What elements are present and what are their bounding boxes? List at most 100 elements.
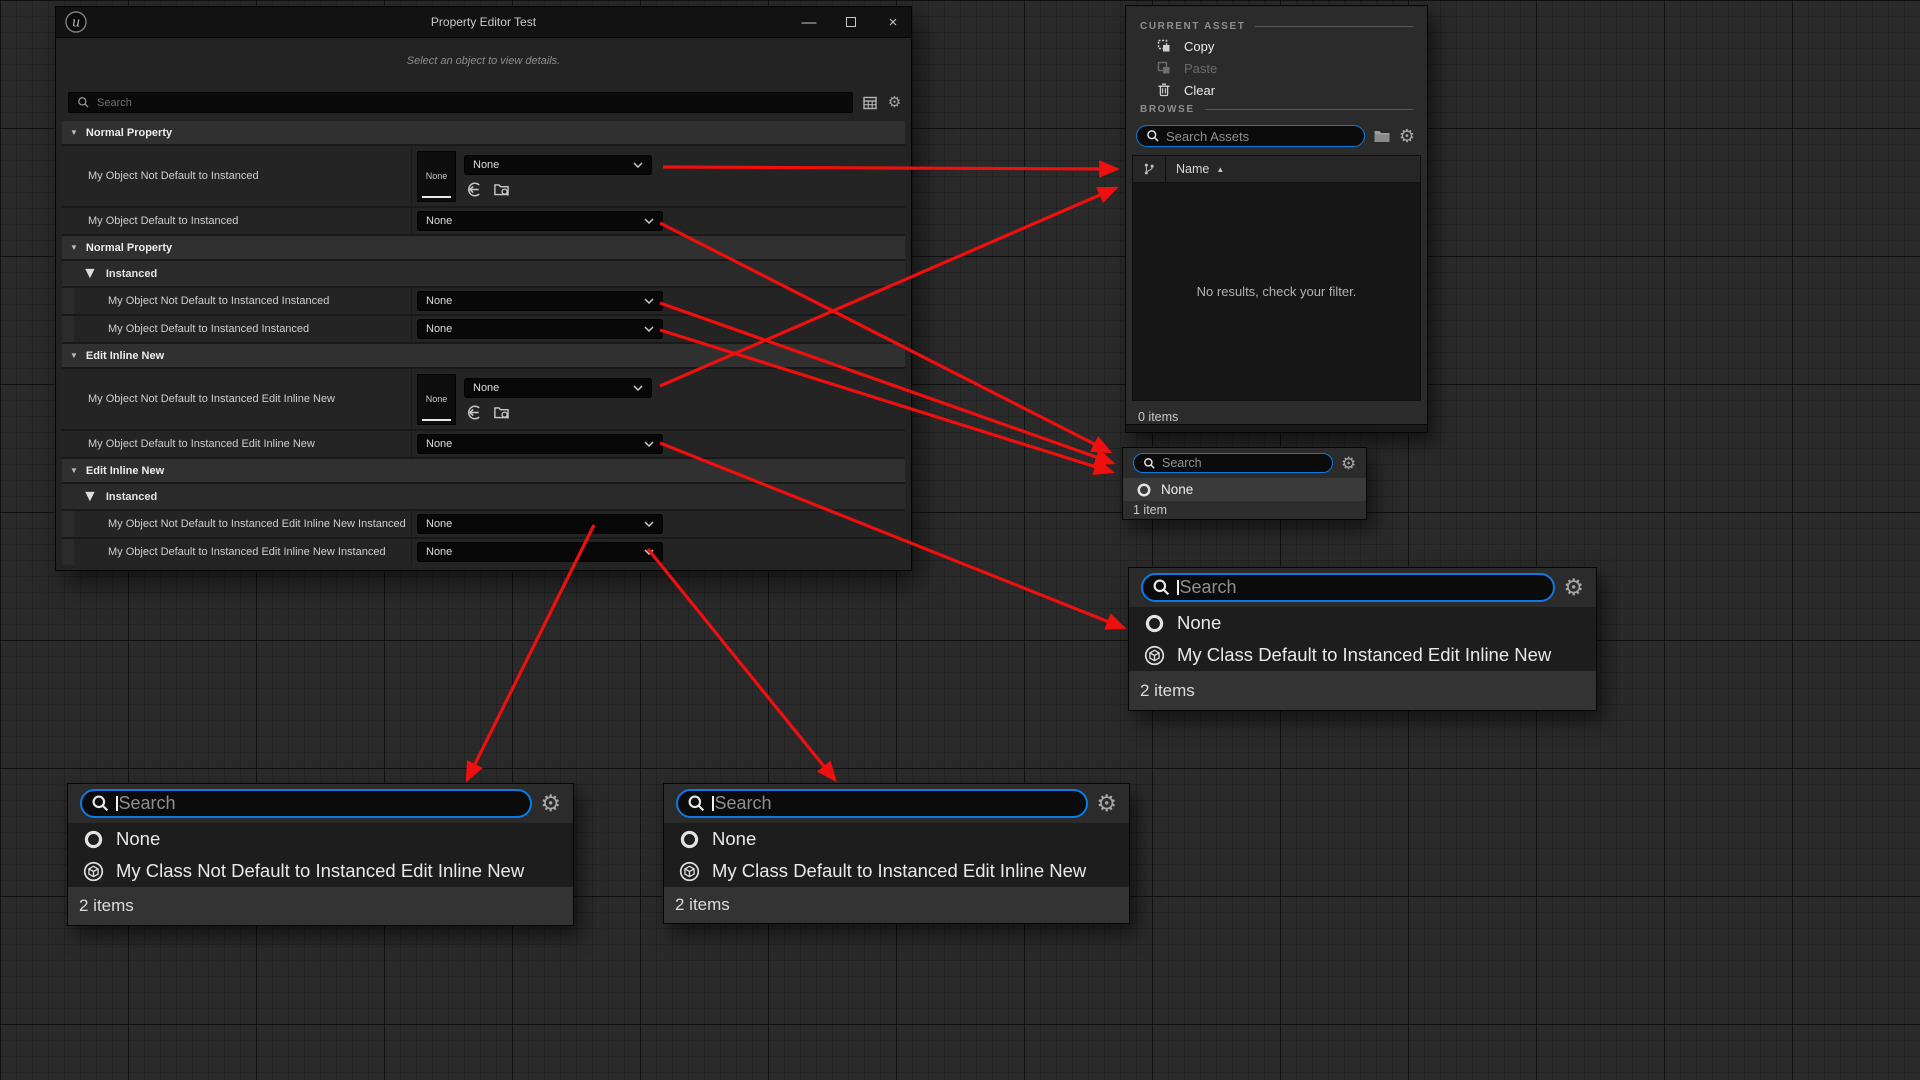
asset-search-input[interactable]	[1166, 129, 1355, 144]
class-item-none[interactable]: None	[664, 823, 1129, 855]
property-row: My Object Default to Instanced Instanced…	[62, 316, 905, 342]
class-combo-button[interactable]: None	[417, 211, 663, 231]
class-cube-icon	[1144, 645, 1165, 666]
search-icon	[77, 96, 90, 109]
category-label: Normal Property	[86, 242, 172, 254]
property-row: My Object Not Default to Instanced Edit …	[62, 511, 905, 537]
collapse-arrow-icon[interactable]: ▼	[82, 265, 98, 283]
class-item[interactable]: My Class Default to Instanced Edit Inlin…	[664, 855, 1129, 887]
browse-to-asset-icon[interactable]	[493, 404, 510, 421]
class-item[interactable]: My Class Not Default to Instanced Edit I…	[68, 855, 573, 887]
class-picker-popup-bottom-mid: ⚙ None My Class Default to Instanced Edi…	[663, 783, 1130, 924]
details-search-bar[interactable]	[68, 92, 853, 113]
property-row: My Object Default to Instanced Edit Inli…	[62, 431, 905, 457]
class-search-input[interactable]	[1162, 456, 1323, 470]
property-label: My Object Default to Instanced	[62, 208, 412, 234]
maximize-icon	[846, 17, 856, 27]
class-combo-button[interactable]: None	[417, 514, 663, 534]
text-cursor	[116, 796, 118, 811]
folder-icon[interactable]	[1373, 128, 1391, 144]
class-picker-popup-right: ⚙ None My Class Default to Instanced Edi…	[1128, 567, 1597, 711]
category-label: Normal Property	[86, 127, 172, 139]
class-item-none[interactable]: None	[1123, 478, 1366, 501]
current-asset-section-label: CURRENT ASSET	[1140, 21, 1245, 32]
subcategory-row[interactable]: ▼ Instanced	[62, 261, 905, 286]
class-picker-gear-icon[interactable]: ⚙	[1563, 576, 1584, 599]
property-row: My Object Default to Instanced None	[62, 208, 905, 234]
property-row: My Object Not Default to Instanced Insta…	[62, 288, 905, 314]
class-combo-button[interactable]: None	[417, 291, 663, 311]
name-column-header[interactable]: Name ▲	[1166, 156, 1224, 182]
minimize-button[interactable]: —	[801, 14, 817, 31]
details-hint-text: Select an object to view details.	[56, 38, 911, 82]
none-class-icon	[1144, 613, 1165, 634]
class-search-box[interactable]	[80, 789, 532, 818]
category-row[interactable]: ▼ Normal Property	[62, 236, 905, 259]
subcategory-row[interactable]: ▼ Instanced	[62, 484, 905, 509]
property-label: My Object Not Default to Instanced	[62, 146, 412, 206]
class-search-input[interactable]	[715, 793, 1078, 814]
collapse-arrow-icon[interactable]: ▼	[70, 128, 78, 137]
use-selected-asset-icon[interactable]	[466, 181, 483, 198]
class-picker-gear-icon[interactable]: ⚙	[1096, 792, 1117, 815]
asset-combo-button[interactable]: None	[464, 155, 652, 175]
collapse-arrow-icon[interactable]: ▼	[70, 243, 78, 252]
class-picker-gear-icon[interactable]: ⚙	[540, 792, 561, 815]
title-bar[interactable]: u Property Editor Test — ×	[56, 7, 911, 38]
search-input[interactable]	[97, 97, 844, 109]
class-item-none[interactable]: None	[1129, 607, 1596, 639]
menu-item-copy[interactable]: Copy	[1126, 35, 1427, 57]
category-row[interactable]: ▼ Edit Inline New	[62, 344, 905, 367]
sort-ascending-icon: ▲	[1216, 165, 1224, 174]
maximize-button[interactable]	[843, 14, 859, 31]
asset-list-header[interactable]: Name ▲	[1133, 156, 1420, 183]
asset-thumbnail[interactable]: None	[417, 374, 456, 425]
none-class-icon	[679, 829, 700, 850]
item-count: 1 item	[1123, 501, 1366, 519]
display-settings-icon[interactable]	[861, 94, 878, 111]
search-icon	[1143, 457, 1156, 470]
item-count: 2 items	[664, 887, 1129, 923]
trash-icon	[1156, 82, 1172, 98]
asset-list[interactable]: No results, check your filter.	[1133, 183, 1420, 400]
property-label: My Object Default to Instanced Instanced	[74, 316, 412, 342]
class-search-box[interactable]	[1133, 453, 1333, 473]
collapse-arrow-icon[interactable]: ▼	[70, 351, 78, 360]
class-combo-button[interactable]: None	[417, 434, 663, 454]
property-row: My Object Not Default to Instanced Edit …	[62, 369, 905, 429]
asset-search-box[interactable]	[1136, 125, 1365, 147]
class-search-box[interactable]	[676, 789, 1088, 818]
category-row[interactable]: ▼ Normal Property	[62, 121, 905, 144]
use-selected-asset-icon[interactable]	[466, 404, 483, 421]
class-picker-gear-icon[interactable]: ⚙	[1341, 455, 1356, 472]
asset-thumbnail[interactable]: None	[417, 151, 456, 202]
paste-icon	[1156, 60, 1172, 76]
search-icon	[1146, 129, 1160, 143]
view-options-gear-icon[interactable]: ⚙	[886, 94, 903, 111]
menu-item-paste[interactable]: Paste	[1126, 57, 1427, 79]
asset-combo-button[interactable]: None	[464, 378, 652, 398]
text-cursor	[712, 796, 714, 811]
browse-to-asset-icon[interactable]	[493, 181, 510, 198]
chevron-down-icon	[644, 326, 654, 332]
menu-item-clear[interactable]: Clear	[1126, 79, 1427, 101]
window-title: Property Editor Test	[56, 15, 911, 29]
class-search-box[interactable]	[1141, 573, 1555, 602]
property-list: ▼ Normal Property My Object Not Default …	[62, 121, 905, 565]
revision-control-column-icon[interactable]	[1133, 156, 1166, 182]
none-class-icon	[83, 829, 104, 850]
class-search-input[interactable]	[119, 793, 522, 814]
class-item-none[interactable]: None	[68, 823, 573, 855]
category-label: Edit Inline New	[86, 350, 164, 362]
collapse-arrow-icon[interactable]: ▼	[82, 488, 98, 506]
category-row[interactable]: ▼ Edit Inline New	[62, 459, 905, 482]
class-search-input[interactable]	[1180, 577, 1545, 598]
class-picker-popup-small: ⚙ None 1 item	[1122, 447, 1367, 520]
asset-view-options-gear-icon[interactable]: ⚙	[1399, 127, 1415, 145]
close-button[interactable]: ×	[885, 14, 901, 31]
empty-results-message: No results, check your filter.	[1197, 284, 1357, 299]
class-item[interactable]: My Class Default to Instanced Edit Inlin…	[1129, 639, 1596, 671]
class-combo-button[interactable]: None	[417, 542, 663, 562]
class-combo-button[interactable]: None	[417, 319, 663, 339]
collapse-arrow-icon[interactable]: ▼	[70, 466, 78, 475]
